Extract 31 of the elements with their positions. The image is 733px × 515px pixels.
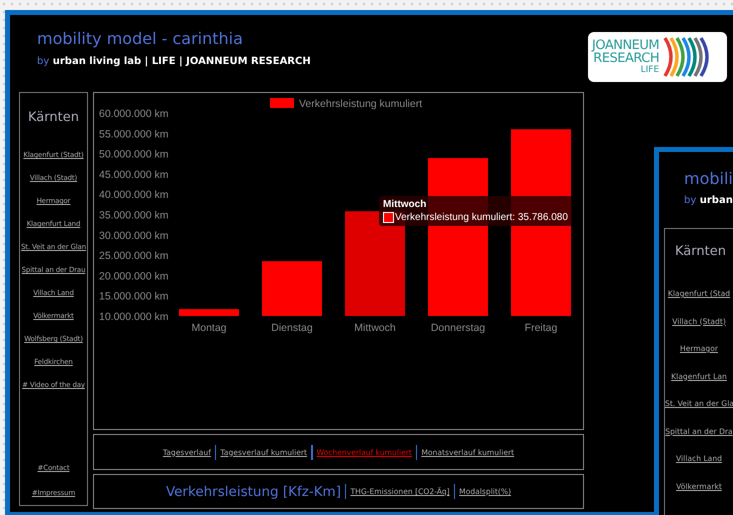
site-byline: by urban living lab | LIFE | JOANNEUM RESEARCH (37, 56, 311, 67)
axis-tick-label: 30.000.000 km (99, 230, 168, 242)
logo-text: RESEARCH (593, 52, 660, 65)
axis-tick-label: 10.000.000 km (99, 311, 168, 323)
axis-tick-label: 40.000.000 km (99, 189, 168, 202)
axis-tick-label: 35.000.000 km (99, 210, 168, 222)
site-byline: by urban (684, 195, 733, 206)
axis-category-label: Freitag (524, 322, 558, 334)
legend-swatch (270, 98, 294, 108)
axis-tick-label: 50.000.000 km (99, 148, 168, 161)
tooltip-text: Verkehrsleistung kumuliert: 35.786.080 (395, 212, 568, 223)
tooltip-title: Mittwoch (383, 199, 428, 210)
logo-text: JOANNEUM (592, 39, 660, 52)
axis-tick-label: 20.000.000 km (99, 270, 168, 282)
sidebar-title: Kärnten (28, 110, 79, 125)
site-title: mobility model - carinthia (37, 29, 243, 49)
sidebar-title: Kärnten (675, 244, 726, 259)
axis-category-label: Dienstag (271, 322, 313, 334)
axis-tick-label: 60.000.000 km (99, 108, 168, 120)
metric-tab[interactable]: Verkehrsleistung [Kfz-Km] (166, 484, 341, 500)
axis-tick-label: 45.000.000 km (99, 168, 168, 181)
logo-subtext: LIFE (640, 65, 660, 75)
axis-tick-label: 25.000.000 km (99, 250, 168, 262)
axis-category-label: Mittwoch (354, 322, 396, 334)
axis-category-label: Donnerstag (430, 322, 486, 334)
axis-tick-label: 55.000.000 km (99, 128, 168, 140)
legend-label: Verkehrsleistung kumuliert (299, 98, 422, 110)
site-title: mobili (684, 169, 733, 189)
axis-category-label: Montag (191, 322, 227, 334)
tooltip-swatch (383, 212, 394, 223)
axis-tick-label: 15.000.000 km (99, 290, 168, 303)
